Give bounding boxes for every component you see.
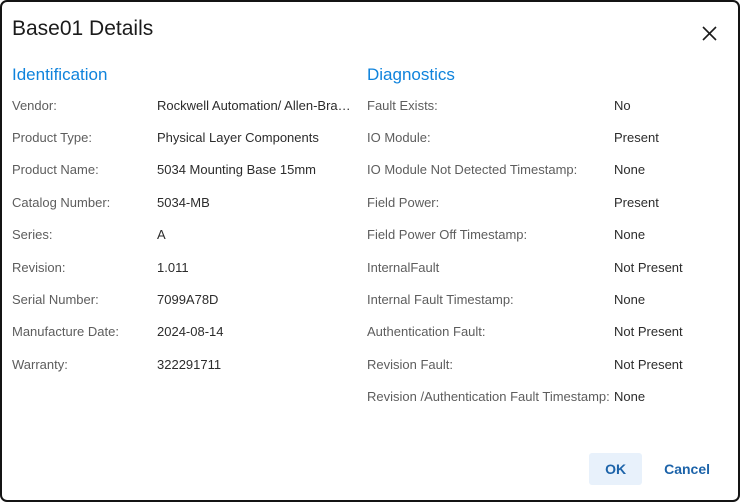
field-label: InternalFault — [367, 260, 614, 275]
detail-row: Product Name: 5034 Mounting Base 15mm — [12, 154, 367, 186]
identification-heading: Identification — [12, 63, 367, 86]
detail-row: Field Power Off Timestamp: None — [367, 219, 728, 251]
detail-row: Serial Number: 7099A78D — [12, 283, 367, 315]
field-label: IO Module: — [367, 130, 614, 145]
detail-row: Revision Fault: Not Present — [367, 348, 728, 380]
field-value: None — [614, 227, 645, 242]
field-value: Present — [614, 195, 659, 210]
field-value: Not Present — [614, 260, 683, 275]
field-label: Product Type: — [12, 130, 157, 145]
field-label: Revision Fault: — [367, 357, 614, 372]
field-label: Field Power: — [367, 195, 614, 210]
detail-row: IO Module Not Detected Timestamp: None — [367, 154, 728, 186]
field-value: Not Present — [614, 324, 683, 339]
detail-row: Revision: 1.011 — [12, 251, 367, 283]
detail-row: Series: A — [12, 219, 367, 251]
field-label: Vendor: — [12, 98, 157, 113]
detail-row: Field Power: Present — [367, 186, 728, 218]
field-label: Field Power Off Timestamp: — [367, 227, 614, 242]
field-value: None — [614, 162, 645, 177]
field-label: Warranty: — [12, 357, 157, 372]
field-value: None — [614, 292, 645, 307]
field-value: No — [614, 98, 631, 113]
field-label: Revision /Authentication Fault Timestamp… — [367, 389, 614, 404]
detail-row: Catalog Number: 5034-MB — [12, 186, 367, 218]
field-label: Serial Number: — [12, 292, 157, 307]
field-value: Present — [614, 130, 659, 145]
detail-row: Revision /Authentication Fault Timestamp… — [367, 381, 728, 413]
identification-rows: Vendor: Rockwell Automation/ Allen-Bra… … — [12, 89, 367, 381]
detail-row: Warranty: 322291711 — [12, 348, 367, 380]
field-label: Authentication Fault: — [367, 324, 614, 339]
ok-button[interactable]: OK — [589, 453, 642, 485]
close-icon — [701, 25, 718, 42]
field-value: A — [157, 227, 166, 242]
diagnostics-rows: Fault Exists: No IO Module: Present IO M… — [367, 89, 728, 413]
field-label: Product Name: — [12, 162, 157, 177]
detail-row: Fault Exists: No — [367, 89, 728, 121]
detail-row: Internal Fault Timestamp: None — [367, 283, 728, 315]
field-value: 1.011 — [157, 260, 189, 275]
field-value: 322291711 — [157, 357, 221, 372]
field-value: Rockwell Automation/ Allen-Bra… — [157, 98, 351, 113]
field-value: 7099A78D — [157, 292, 218, 307]
detail-row: IO Module: Present — [367, 121, 728, 153]
field-value: Physical Layer Components — [157, 130, 319, 145]
field-value: 2024-08-14 — [157, 324, 224, 339]
field-label: Catalog Number: — [12, 195, 157, 210]
field-value: Not Present — [614, 357, 683, 372]
cancel-button[interactable]: Cancel — [662, 453, 712, 485]
dialog-footer: OK Cancel — [589, 453, 712, 485]
detail-row: Authentication Fault: Not Present — [367, 316, 728, 348]
field-label: Manufacture Date: — [12, 324, 157, 339]
dialog-title: Base01 Details — [12, 15, 738, 43]
field-label: Series: — [12, 227, 157, 242]
identification-section: Identification Vendor: Rockwell Automati… — [12, 63, 367, 413]
detail-row: Manufacture Date: 2024-08-14 — [12, 316, 367, 348]
field-value: 5034 Mounting Base 15mm — [157, 162, 316, 177]
diagnostics-section: Diagnostics Fault Exists: No IO Module: … — [367, 63, 738, 413]
field-label: Internal Fault Timestamp: — [367, 292, 614, 307]
diagnostics-heading: Diagnostics — [367, 63, 728, 86]
field-label: Fault Exists: — [367, 98, 614, 113]
dialog-body: Identification Vendor: Rockwell Automati… — [2, 63, 738, 413]
field-label: Revision: — [12, 260, 157, 275]
field-value: 5034-MB — [157, 195, 210, 210]
detail-row: Vendor: Rockwell Automation/ Allen-Bra… — [12, 89, 367, 121]
details-dialog: Base01 Details Identification Vendor: Ro… — [0, 0, 740, 502]
field-label: IO Module Not Detected Timestamp: — [367, 162, 614, 177]
field-value: None — [614, 389, 645, 404]
detail-row: Product Type: Physical Layer Components — [12, 121, 367, 153]
detail-row: InternalFault Not Present — [367, 251, 728, 283]
close-button[interactable] — [696, 20, 722, 46]
